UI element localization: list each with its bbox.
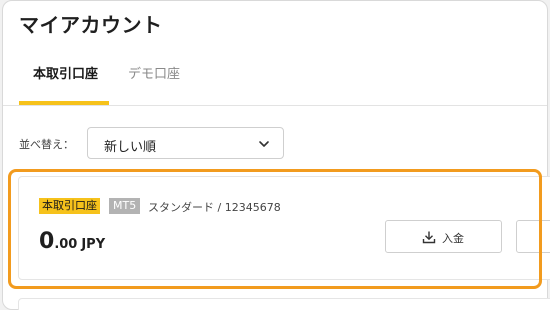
next-account-card: [18, 298, 550, 310]
chevron-down-icon: [259, 141, 269, 147]
tab-demo-account[interactable]: デモ口座: [128, 63, 180, 82]
tab-real-account[interactable]: 本取引口座: [33, 63, 98, 82]
sort-selected-value: 新しい順: [104, 140, 157, 155]
card-highlight-outline: [8, 169, 542, 289]
account-tabs: 本取引口座 デモ口座: [3, 49, 547, 106]
active-tab-indicator: [19, 101, 109, 105]
page-title: マイアカウント: [19, 13, 163, 37]
sort-row: 並べ替え： 新しい順: [19, 127, 299, 159]
sort-label: 並べ替え：: [19, 138, 74, 151]
sort-select[interactable]: 新しい順: [87, 127, 284, 159]
